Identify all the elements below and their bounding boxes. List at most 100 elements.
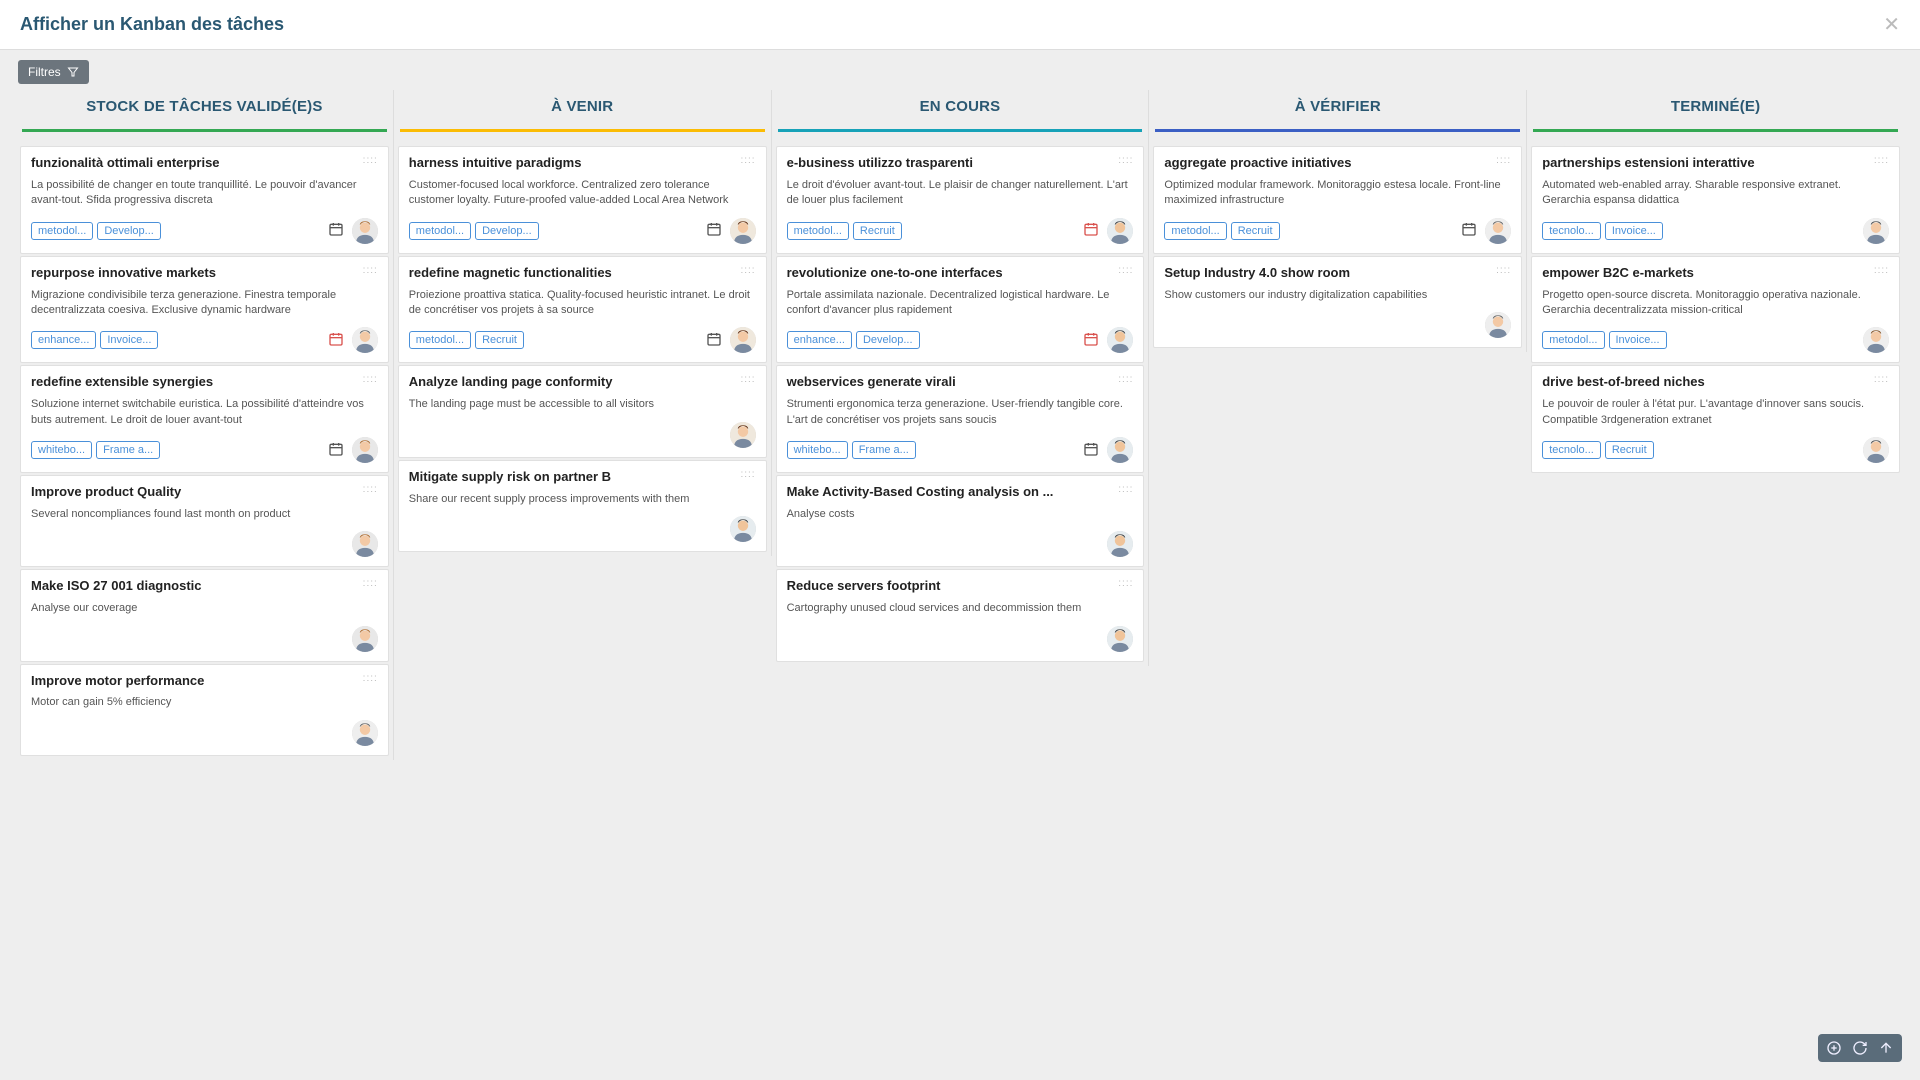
card-tag[interactable]: tecnolo... bbox=[1542, 441, 1601, 459]
drag-handle-icon[interactable]: :::: bbox=[1118, 578, 1133, 589]
card-tag[interactable]: metodol... bbox=[1164, 222, 1226, 240]
avatar[interactable] bbox=[730, 218, 756, 244]
card-tag[interactable]: Frame a... bbox=[852, 441, 916, 459]
kanban-card[interactable]: repurpose innovative markets :::: Migraz… bbox=[20, 256, 389, 364]
card-tag[interactable]: metodol... bbox=[409, 331, 471, 349]
kanban-card[interactable]: Make ISO 27 001 diagnostic :::: Analyse … bbox=[20, 569, 389, 661]
card-tag[interactable]: Develop... bbox=[475, 222, 539, 240]
cards-container: e-business utilizzo trasparenti :::: Le … bbox=[774, 142, 1147, 666]
kanban-card[interactable]: empower B2C e-markets :::: Progetto open… bbox=[1531, 256, 1900, 364]
kanban-card[interactable]: drive best-of-breed niches :::: Le pouvo… bbox=[1531, 365, 1900, 473]
avatar[interactable] bbox=[352, 437, 378, 463]
calendar-icon[interactable] bbox=[1083, 221, 1099, 240]
card-tag[interactable]: Recruit bbox=[475, 331, 524, 349]
drag-handle-icon[interactable]: :::: bbox=[1118, 265, 1133, 276]
calendar-icon[interactable] bbox=[1083, 331, 1099, 350]
drag-handle-icon[interactable]: :::: bbox=[363, 484, 378, 495]
kanban-card[interactable]: revolutionize one-to-one interfaces ::::… bbox=[776, 256, 1145, 364]
kanban-card[interactable]: funzionalità ottimali enterprise :::: La… bbox=[20, 146, 389, 254]
avatar[interactable] bbox=[730, 327, 756, 353]
drag-handle-icon[interactable]: :::: bbox=[1118, 155, 1133, 166]
avatar[interactable] bbox=[1107, 531, 1133, 557]
drag-handle-icon[interactable]: :::: bbox=[1874, 265, 1889, 276]
kanban-card[interactable]: Reduce servers footprint :::: Cartograph… bbox=[776, 569, 1145, 661]
avatar[interactable] bbox=[1107, 327, 1133, 353]
card-tag[interactable]: Recruit bbox=[1605, 441, 1654, 459]
drag-handle-icon[interactable]: :::: bbox=[740, 155, 755, 166]
drag-handle-icon[interactable]: :::: bbox=[1118, 484, 1133, 495]
avatar[interactable] bbox=[1107, 437, 1133, 463]
kanban-card[interactable]: Mitigate supply risk on partner B :::: S… bbox=[398, 460, 767, 552]
drag-handle-icon[interactable]: :::: bbox=[740, 469, 755, 480]
avatar[interactable] bbox=[1107, 626, 1133, 652]
drag-handle-icon[interactable]: :::: bbox=[363, 578, 378, 589]
kanban-card[interactable]: Analyze landing page conformity :::: The… bbox=[398, 365, 767, 457]
card-tag[interactable]: enhance... bbox=[31, 331, 96, 349]
avatar[interactable] bbox=[1863, 327, 1889, 353]
card-tag[interactable]: Recruit bbox=[1231, 222, 1280, 240]
calendar-icon[interactable] bbox=[1083, 441, 1099, 460]
card-tag[interactable]: Invoice... bbox=[1605, 222, 1663, 240]
avatar[interactable] bbox=[352, 626, 378, 652]
drag-handle-icon[interactable]: :::: bbox=[740, 265, 755, 276]
drag-handle-icon[interactable]: :::: bbox=[363, 155, 378, 166]
refresh-icon[interactable] bbox=[1852, 1040, 1868, 1056]
drag-handle-icon[interactable]: :::: bbox=[363, 374, 378, 385]
kanban-card[interactable]: partnerships estensioni interattive ::::… bbox=[1531, 146, 1900, 254]
avatar[interactable] bbox=[730, 422, 756, 448]
card-tag[interactable]: metodol... bbox=[31, 222, 93, 240]
drag-handle-icon[interactable]: :::: bbox=[1118, 374, 1133, 385]
kanban-card[interactable]: e-business utilizzo trasparenti :::: Le … bbox=[776, 146, 1145, 254]
close-icon[interactable]: ✕ bbox=[1883, 12, 1900, 37]
avatar[interactable] bbox=[1107, 218, 1133, 244]
kanban-card[interactable]: webservices generate virali :::: Strumen… bbox=[776, 365, 1145, 473]
card-tag[interactable]: Develop... bbox=[856, 331, 920, 349]
avatar[interactable] bbox=[1485, 312, 1511, 338]
card-tag[interactable]: enhance... bbox=[787, 331, 852, 349]
calendar-icon[interactable] bbox=[706, 221, 722, 240]
drag-handle-icon[interactable]: :::: bbox=[1496, 265, 1511, 276]
drag-handle-icon[interactable]: :::: bbox=[740, 374, 755, 385]
avatar[interactable] bbox=[352, 531, 378, 557]
calendar-icon[interactable] bbox=[328, 441, 344, 460]
card-tag[interactable]: metodol... bbox=[787, 222, 849, 240]
kanban-card[interactable]: Improve product Quality :::: Several non… bbox=[20, 475, 389, 567]
kanban-card[interactable]: Setup Industry 4.0 show room :::: Show c… bbox=[1153, 256, 1522, 348]
avatar[interactable] bbox=[352, 327, 378, 353]
card-tag[interactable]: whitebo... bbox=[787, 441, 848, 459]
kanban-card[interactable]: Improve motor performance :::: Motor can… bbox=[20, 664, 389, 756]
kanban-card[interactable]: aggregate proactive initiatives :::: Opt… bbox=[1153, 146, 1522, 254]
avatar[interactable] bbox=[730, 516, 756, 542]
calendar-icon[interactable] bbox=[706, 331, 722, 350]
avatar[interactable] bbox=[1863, 218, 1889, 244]
scroll-top-icon[interactable] bbox=[1878, 1040, 1894, 1056]
kanban-card[interactable]: redefine magnetic functionalities :::: P… bbox=[398, 256, 767, 364]
avatar[interactable] bbox=[1485, 218, 1511, 244]
kanban-card[interactable]: harness intuitive paradigms :::: Custome… bbox=[398, 146, 767, 254]
card-tag[interactable]: tecnolo... bbox=[1542, 222, 1601, 240]
avatar[interactable] bbox=[1863, 437, 1889, 463]
card-tag[interactable]: whitebo... bbox=[31, 441, 92, 459]
drag-handle-icon[interactable]: :::: bbox=[1496, 155, 1511, 166]
kanban-card[interactable]: Make Activity-Based Costing analysis on … bbox=[776, 475, 1145, 567]
filters-button[interactable]: Filtres bbox=[18, 60, 89, 84]
card-title: Improve motor performance bbox=[31, 673, 204, 690]
card-tag[interactable]: Recruit bbox=[853, 222, 902, 240]
drag-handle-icon[interactable]: :::: bbox=[1874, 374, 1889, 385]
calendar-icon[interactable] bbox=[328, 331, 344, 350]
calendar-icon[interactable] bbox=[328, 221, 344, 240]
card-tag[interactable]: Frame a... bbox=[96, 441, 160, 459]
calendar-icon[interactable] bbox=[1461, 221, 1477, 240]
card-tag[interactable]: Develop... bbox=[97, 222, 161, 240]
card-tag[interactable]: metodol... bbox=[1542, 331, 1604, 349]
drag-handle-icon[interactable]: :::: bbox=[1874, 155, 1889, 166]
kanban-card[interactable]: redefine extensible synergies :::: Soluz… bbox=[20, 365, 389, 473]
avatar[interactable] bbox=[352, 218, 378, 244]
avatar[interactable] bbox=[352, 720, 378, 746]
card-tag[interactable]: Invoice... bbox=[100, 331, 158, 349]
card-tag[interactable]: metodol... bbox=[409, 222, 471, 240]
add-icon[interactable] bbox=[1826, 1040, 1842, 1056]
drag-handle-icon[interactable]: :::: bbox=[363, 265, 378, 276]
drag-handle-icon[interactable]: :::: bbox=[363, 673, 378, 684]
card-tag[interactable]: Invoice... bbox=[1609, 331, 1667, 349]
